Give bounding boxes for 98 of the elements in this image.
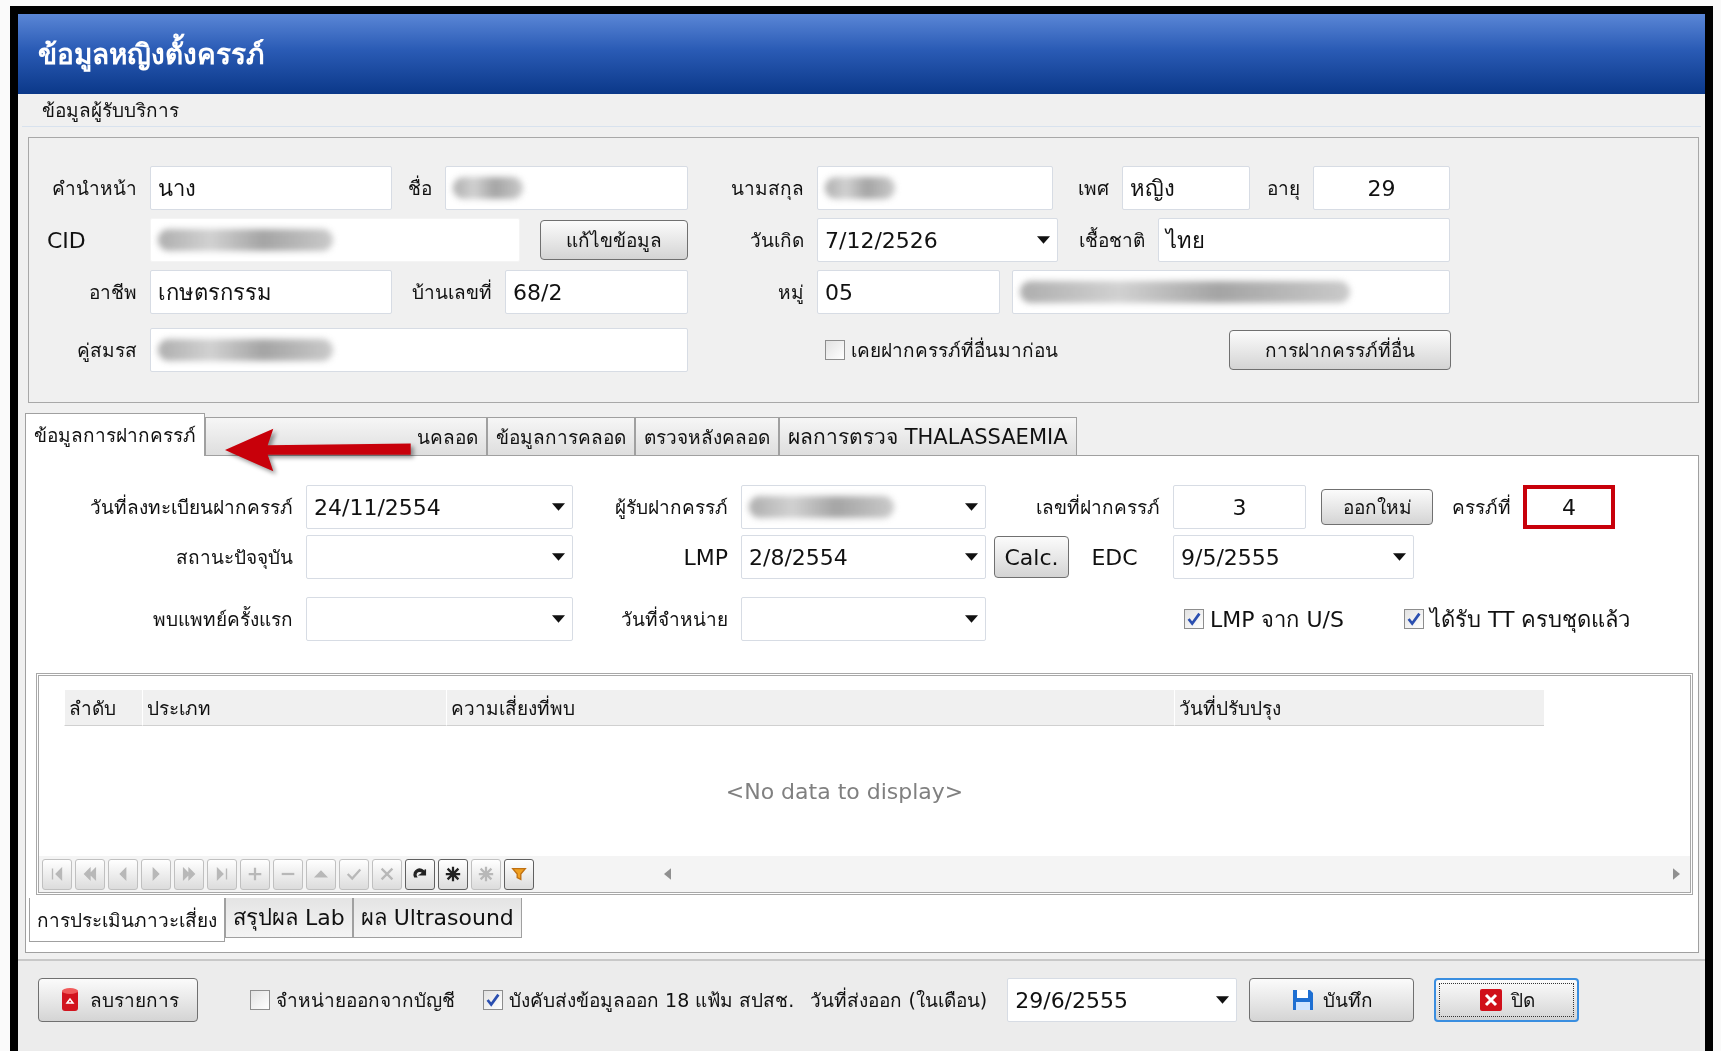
field-label: เชื้อชาติ	[1078, 226, 1146, 253]
checkbox-label: บังคับส่งข้อมูลออก 18 แฟ้ม สปสช.	[509, 988, 795, 1014]
cancel-icon	[378, 865, 396, 883]
input-field[interactable]: หญิง	[1122, 166, 1250, 210]
dropdown-arrow-icon	[965, 503, 978, 511]
field-label: อายุ	[1266, 176, 1301, 202]
dropdown-arrow-icon	[1037, 236, 1050, 244]
field-label: นามสกุล	[730, 176, 805, 202]
tab[interactable]: ข้อมูลการคลอด	[487, 417, 635, 455]
date-dropdown[interactable]: 24/11/2554	[306, 485, 573, 529]
prev-page-icon	[81, 865, 99, 883]
tab[interactable]: ข้อมูลการฝากครรภ์	[25, 413, 205, 456]
input-field[interactable]: 05	[817, 270, 1000, 314]
checkbox-label: เคยฝากครรภ์ที่อื่นมาก่อน	[851, 336, 1058, 363]
field-label: เลขที่ฝากครรภ์	[1035, 493, 1161, 520]
date-dropdown[interactable]	[741, 597, 986, 641]
column-header[interactable]: ความเสี่ยงที่พบ	[446, 690, 1174, 726]
input-field[interactable]	[150, 328, 688, 372]
scroll-left-icon[interactable]	[664, 868, 671, 880]
save-button[interactable]: บันทึก	[1249, 978, 1415, 1022]
input-field[interactable]: 68/2	[505, 270, 688, 314]
add-icon	[246, 865, 264, 883]
checkbox-label: จำหน่ายออกจากบัญชี	[276, 988, 455, 1013]
other-anc-button[interactable]: การฝากครรภ์ที่อื่น	[1229, 330, 1451, 370]
date-dropdown[interactable]: 29/6/2555	[1007, 978, 1238, 1022]
navigator-star-button[interactable]	[438, 858, 468, 890]
input-field[interactable]: ไทย	[1158, 218, 1450, 262]
filter-icon	[510, 865, 528, 883]
close-button[interactable]: ปิด	[1434, 978, 1580, 1022]
navigator-refresh-button[interactable]	[405, 858, 435, 890]
checkbox[interactable]	[1184, 609, 1204, 629]
input-field[interactable]	[1012, 270, 1450, 314]
tab[interactable]: ตรวจหลังคลอด	[635, 417, 779, 455]
dropdown-arrow-icon	[965, 615, 978, 623]
dropdown[interactable]	[306, 535, 573, 579]
tab[interactable]: การประเมินภาวะเสี่ยง	[29, 898, 225, 942]
input-field[interactable]: 4	[1523, 485, 1615, 529]
dropdown-arrow-icon	[552, 503, 565, 511]
checkbox[interactable]	[825, 340, 845, 360]
date-dropdown[interactable]: 2/8/2554	[741, 535, 986, 579]
input-field[interactable]: เกษตรกรรม	[150, 270, 392, 314]
window-title: ข้อมูลหญิงตั้งครรภ์	[38, 32, 264, 76]
next-page-icon	[180, 865, 198, 883]
field-label: คู่สมรส	[76, 338, 138, 364]
input-field[interactable]	[817, 166, 1053, 210]
field-label: CID	[46, 227, 87, 253]
tab[interactable]: ผลการตรวจ THALASSAEMIA	[779, 417, 1077, 455]
checkbox[interactable]	[483, 990, 503, 1010]
dropdown-arrow-icon	[965, 553, 978, 561]
input-field[interactable]	[445, 166, 688, 210]
field-label: วันที่ลงทะเบียนฝากครรภ์	[89, 493, 294, 520]
dropdown-arrow-icon	[552, 553, 565, 561]
field-label: พบแพทย์ครั้งแรก	[152, 605, 294, 632]
field-label: EDC	[1090, 544, 1139, 570]
dropdown-arrow-icon	[552, 615, 565, 623]
empty-table-message: <No data to display>	[725, 778, 964, 804]
field-label: ผู้รับฝากครรภ์	[614, 495, 729, 521]
calc-button[interactable]: Calc.	[994, 536, 1069, 578]
new-number-button[interactable]: ออกใหม่	[1321, 489, 1433, 525]
date-dropdown[interactable]: 9/5/2555	[1173, 535, 1414, 579]
field-label: บ้านเลขที่	[411, 278, 493, 305]
star-icon	[444, 865, 462, 883]
field-label: อาชีพ	[88, 280, 138, 305]
star-icon	[477, 865, 495, 883]
input-field[interactable]: 3	[1173, 485, 1306, 529]
field-label: ชื่อ	[407, 174, 433, 201]
checkbox[interactable]	[250, 990, 270, 1010]
edit-data-button[interactable]: แก้ไขข้อมูล	[540, 220, 688, 260]
close-icon	[1478, 987, 1503, 1013]
group-legend: ข้อมูลผู้รับบริการ	[42, 95, 179, 125]
tab[interactable]: ผล Ultrasound	[352, 898, 522, 938]
field-label: คำนำหน้า	[51, 176, 138, 201]
field-label: ครรภ์ที่	[1451, 493, 1512, 520]
input-field[interactable]: นาง	[150, 166, 392, 210]
remove-icon	[279, 872, 297, 876]
date-dropdown[interactable]: 7/12/2526	[817, 218, 1058, 262]
column-header[interactable]: ประเภท	[142, 690, 446, 726]
checkbox-label: ได้รับ TT ครบชุดแล้ว	[1430, 605, 1631, 635]
field-label: สถานะปัจจุบัน	[175, 545, 294, 571]
field-label: เพศ	[1077, 176, 1110, 201]
field-label: วันที่ส่งออก (ในเดือน)	[810, 986, 989, 1013]
tab[interactable]: สรุปผล Lab	[225, 898, 353, 938]
scroll-right-icon[interactable]	[1673, 868, 1680, 880]
field-label: หมู่	[777, 280, 805, 306]
column-header[interactable]: ลำดับ	[64, 690, 142, 726]
dropdown[interactable]	[306, 597, 573, 641]
dropdown[interactable]	[741, 485, 986, 529]
column-header[interactable]: วันที่ปรับปรุง	[1174, 690, 1544, 726]
input-field[interactable]: 29	[1313, 166, 1450, 210]
field-label: วันเกิด	[749, 228, 805, 253]
dropdown-arrow-icon	[1393, 553, 1406, 561]
field-label: วันที่จำหน่าย	[620, 605, 729, 632]
navigator-filter-button[interactable]	[504, 858, 534, 890]
checkbox[interactable]	[1404, 609, 1424, 629]
dropdown-arrow-icon	[1216, 996, 1230, 1004]
checkbox-label: LMP จาก U/S	[1210, 605, 1344, 634]
delete-button[interactable]: ลบรายการ	[38, 978, 198, 1022]
field-label: LMP	[682, 544, 729, 570]
